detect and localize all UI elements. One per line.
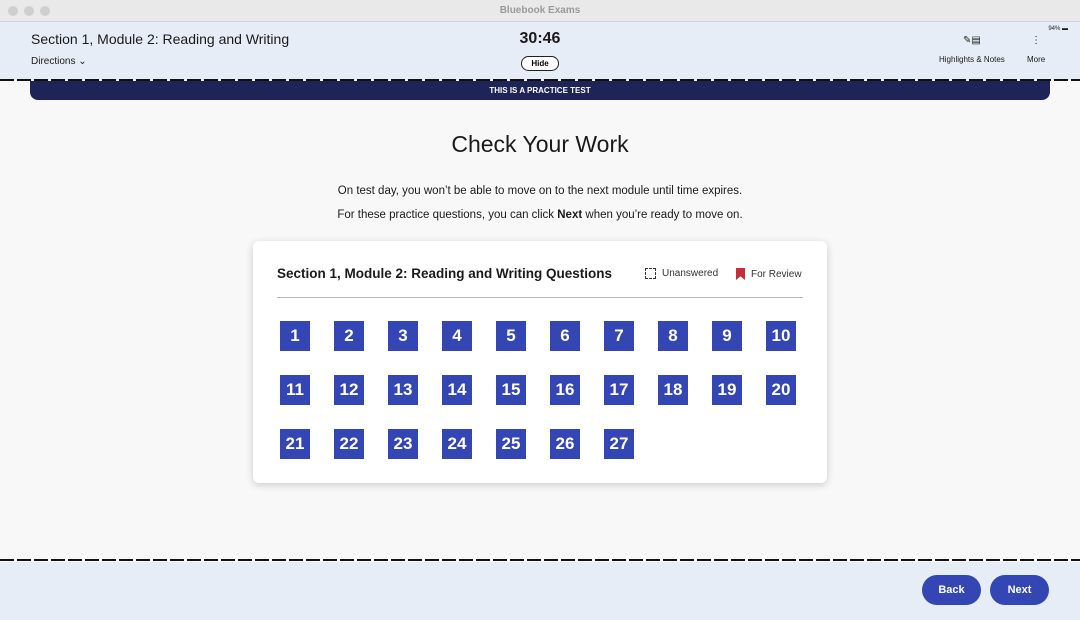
highlights-notes-button[interactable]: ✎▤ Highlights & Notes	[939, 35, 1005, 64]
instruction-next-emphasis: Next	[557, 209, 583, 221]
footer-divider	[0, 559, 1080, 561]
highlighter-notes-icon: ✎▤	[962, 35, 981, 46]
battery-status: 94% ▬	[1048, 26, 1068, 32]
question-grid: 1 2 3 4 5 6 7 8 9 10 11 12 13 14 15 16 17 18 19 20 21 22 23 24 2…	[280, 321, 796, 459]
question-button-26[interactable]: 26	[550, 429, 580, 459]
card-divider	[277, 297, 803, 298]
question-button-9[interactable]: 9	[712, 321, 742, 351]
exam-header: Section 1, Module 2: Reading and Writing…	[0, 22, 1080, 80]
instruction-line-1: On test day, you won’t be able to move o…	[337, 185, 743, 197]
maximize-window-button[interactable]	[40, 6, 50, 16]
window-controls[interactable]	[8, 6, 50, 16]
question-button-14[interactable]: 14	[442, 375, 472, 405]
card-title: Section 1, Module 2: Reading and Writing…	[277, 266, 613, 281]
directions-button[interactable]: Directions ⌄	[31, 56, 87, 67]
window-titlebar: Bluebook Exams	[0, 0, 1080, 22]
question-button-20[interactable]: 20	[766, 375, 796, 405]
page-title: Check Your Work	[451, 131, 629, 157]
question-button-2[interactable]: 2	[334, 321, 364, 351]
chevron-down-icon: ⌄	[78, 56, 87, 67]
question-button-18[interactable]: 18	[658, 375, 688, 405]
more-label: More	[1027, 55, 1046, 64]
legend-review: For Review	[736, 268, 802, 280]
question-button-17[interactable]: 17	[604, 375, 634, 405]
question-button-15[interactable]: 15	[496, 375, 526, 405]
question-button-1[interactable]: 1	[280, 321, 310, 351]
more-vertical-icon: ⋮	[1031, 35, 1042, 46]
question-button-6[interactable]: 6	[550, 321, 580, 351]
more-button[interactable]: ⋮ More	[1027, 35, 1045, 64]
exam-footer: Back Next	[0, 562, 1080, 620]
legend-unanswered: Unanswered	[645, 268, 718, 279]
question-button-21[interactable]: 21	[280, 429, 310, 459]
instruction-line-2: For these practice questions, you can cl…	[0, 209, 1080, 221]
directions-label: Directions	[31, 56, 76, 67]
question-button-13[interactable]: 13	[388, 375, 418, 405]
question-button-8[interactable]: 8	[658, 321, 688, 351]
legend-label: Unanswered	[662, 268, 719, 279]
highlights-label: Highlights & Notes	[939, 55, 1005, 64]
next-button[interactable]: Next	[990, 575, 1049, 605]
question-button-7[interactable]: 7	[604, 321, 634, 351]
legend-label: For Review	[751, 268, 802, 280]
question-button-25[interactable]: 25	[496, 429, 526, 459]
timer: 30:46	[519, 30, 561, 47]
back-button[interactable]: Back	[922, 575, 981, 605]
question-button-16[interactable]: 16	[550, 375, 580, 405]
question-button-3[interactable]: 3	[388, 321, 418, 351]
question-button-27[interactable]: 27	[604, 429, 634, 459]
question-navigator-card: Section 1, Module 2: Reading and Writing…	[253, 241, 827, 483]
hide-timer-button[interactable]: Hide	[521, 56, 559, 71]
battery-percent: 94%	[1048, 26, 1061, 32]
question-button-5[interactable]: 5	[496, 321, 526, 351]
question-button-22[interactable]: 22	[334, 429, 364, 459]
question-button-19[interactable]: 19	[712, 375, 742, 405]
question-button-12[interactable]: 12	[334, 375, 364, 405]
instruction-text: For these practice questions, you can cl…	[337, 209, 558, 221]
question-button-24[interactable]: 24	[442, 429, 472, 459]
question-button-4[interactable]: 4	[442, 321, 472, 351]
unanswered-icon	[645, 268, 656, 279]
minimize-window-button[interactable]	[24, 6, 34, 16]
instruction-text: when you’re ready to move on.	[582, 209, 743, 221]
question-button-10[interactable]: 10	[766, 321, 796, 351]
question-button-23[interactable]: 23	[388, 429, 418, 459]
bookmark-flag-icon	[736, 268, 745, 280]
window-title: Bluebook Exams	[499, 5, 581, 16]
practice-banner: THIS IS A PRACTICE TEST	[30, 81, 1050, 100]
question-button-11[interactable]: 11	[280, 375, 310, 405]
close-window-button[interactable]	[8, 6, 18, 16]
battery-icon: ▬	[1062, 26, 1068, 32]
